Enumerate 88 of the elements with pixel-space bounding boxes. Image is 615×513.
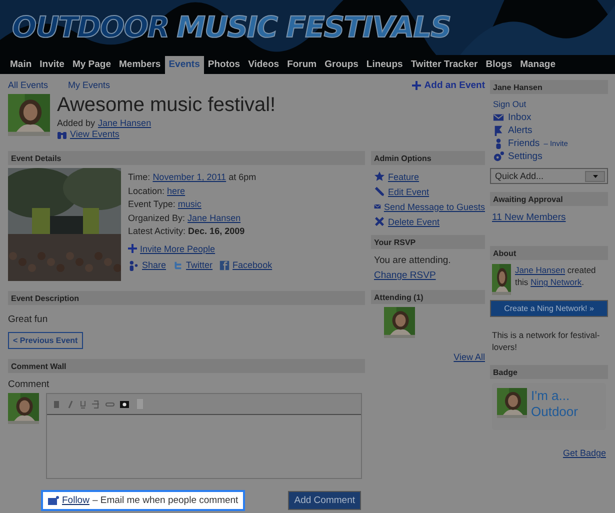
follow-description: – Email me when people comment (92, 495, 238, 506)
people-icon (128, 260, 139, 270)
facebook-icon (218, 260, 230, 270)
share-link[interactable]: Facebook (218, 260, 272, 270)
account-menu-link[interactable]: Settings (508, 151, 542, 162)
nav-tab[interactable]: Videos (244, 56, 284, 74)
get-badge-link[interactable]: Get Badge (562, 448, 606, 458)
detail-field: Latest Activity: Dec. 16, 2009 (128, 226, 272, 238)
nav-tab[interactable]: Invite (36, 56, 68, 74)
about-creator-text: Jane Hansen created this Ning Network. (514, 264, 597, 289)
section-header: Attending (1) (371, 290, 485, 304)
subnav-link[interactable]: My Events (68, 80, 110, 90)
creator-link[interactable]: Jane Hansen (514, 265, 566, 275)
admin-action-link[interactable]: Feature (374, 171, 485, 182)
author-link[interactable]: Jane Hansen (98, 118, 152, 128)
invite-link[interactable]: Invite More People (128, 244, 216, 254)
section-header: Awaiting Approval (490, 192, 608, 206)
nav-tab[interactable]: Lineups (362, 56, 407, 74)
add-comment-button[interactable]: Add Comment (288, 491, 361, 510)
user-header: Jane Hansen (490, 80, 608, 94)
account-menu-link[interactable]: Friends (508, 138, 540, 149)
previous-event-button[interactable]: < Previous Event (8, 332, 83, 349)
nav-tab[interactable]: Blogs (482, 56, 516, 74)
comment-editor[interactable] (46, 393, 362, 479)
follow-link[interactable]: Follow (62, 495, 90, 506)
account-menu-link[interactable]: Inbox (508, 112, 532, 123)
nav-tab[interactable]: My Page (68, 56, 115, 74)
plus-icon (412, 80, 422, 90)
view-events-link[interactable]: View Events (57, 129, 120, 139)
detail-link[interactable]: here (167, 186, 186, 196)
section-header: Event Details (8, 151, 365, 165)
binoculars-icon (57, 130, 67, 138)
nav-tab[interactable]: Members (115, 56, 165, 74)
event-title: Awesome music festival! (57, 94, 276, 117)
detail-field: Time: November 1, 2011 at 6pm (128, 172, 272, 184)
admin-action-link[interactable]: Delete Event (374, 216, 485, 227)
section-header: Badge (490, 365, 608, 379)
nav-tab[interactable]: Manage (516, 56, 560, 74)
site-logo: OUTDOOR (12, 13, 169, 42)
badge-text: Outdoor (531, 404, 578, 420)
section-header: Your RSVP (371, 235, 485, 249)
nav-tab[interactable]: Main (6, 56, 36, 74)
envelope-icon (48, 496, 59, 505)
added-by-label: Added by (57, 118, 96, 128)
sign-out-link[interactable]: Sign Out (493, 99, 526, 109)
new-members-link[interactable]: 11 New Members (492, 212, 566, 223)
nav-tab[interactable]: Forum (283, 56, 321, 74)
flag-icon (493, 125, 504, 136)
detail-field: Event Type: music (128, 199, 272, 212)
about-text: This is a network for festival-lovers! (491, 329, 601, 354)
close-icon (374, 216, 385, 227)
section-header: Comment Wall (8, 359, 365, 373)
envelope-icon (493, 112, 504, 123)
nav-tab[interactable]: Photos (204, 56, 244, 74)
detail-field: Location: here (128, 186, 272, 198)
detail-field: Organized By: Jane Hansen (128, 212, 272, 225)
plus-icon (128, 244, 137, 253)
description-text: Great fun (8, 313, 49, 325)
pencil-icon (374, 186, 385, 197)
share-link[interactable]: Share (128, 260, 166, 270)
section-header: Event Description (8, 291, 365, 305)
nav-tab[interactable]: Events (164, 56, 204, 74)
detail-link[interactable]: music (178, 199, 202, 209)
quick-add-select[interactable]: Quick Add... (490, 168, 608, 184)
rsvp-status: You are attending. (373, 254, 452, 268)
create-network-button[interactable]: Create a Ning Network! » (490, 300, 608, 317)
view-all-link[interactable]: View All (454, 352, 485, 362)
site-logo: MUSIC FESTIVALS (176, 13, 451, 42)
comment-label: Comment (8, 379, 50, 390)
add-event-link[interactable]: Add an Event (412, 80, 485, 90)
admin-action-link[interactable]: Edit Event (374, 186, 485, 197)
person-icon (493, 138, 504, 149)
detail-link[interactable]: November 1, 2011 (152, 172, 226, 182)
section-header: Admin Options (371, 151, 485, 165)
star-icon (374, 171, 385, 182)
network-link[interactable]: Ning Network (530, 277, 582, 287)
change-rsvp-link[interactable]: Change RSVP (374, 270, 436, 281)
share-link[interactable]: Twitter (172, 260, 213, 270)
badge-text: I'm a... (531, 388, 571, 404)
subnav-link[interactable]: All Events (8, 80, 48, 90)
detail-link[interactable]: Jane Hansen (188, 212, 241, 222)
gear-icon (493, 151, 504, 162)
caret-icon (592, 174, 598, 178)
nav-tab[interactable]: Groups (320, 56, 362, 74)
admin-action-link[interactable]: Send Message to Guests (374, 201, 485, 212)
account-menu-link[interactable]: Alerts (508, 125, 532, 136)
nav-tab[interactable]: Twitter Tracker (406, 56, 482, 74)
section-header: About (490, 246, 608, 260)
